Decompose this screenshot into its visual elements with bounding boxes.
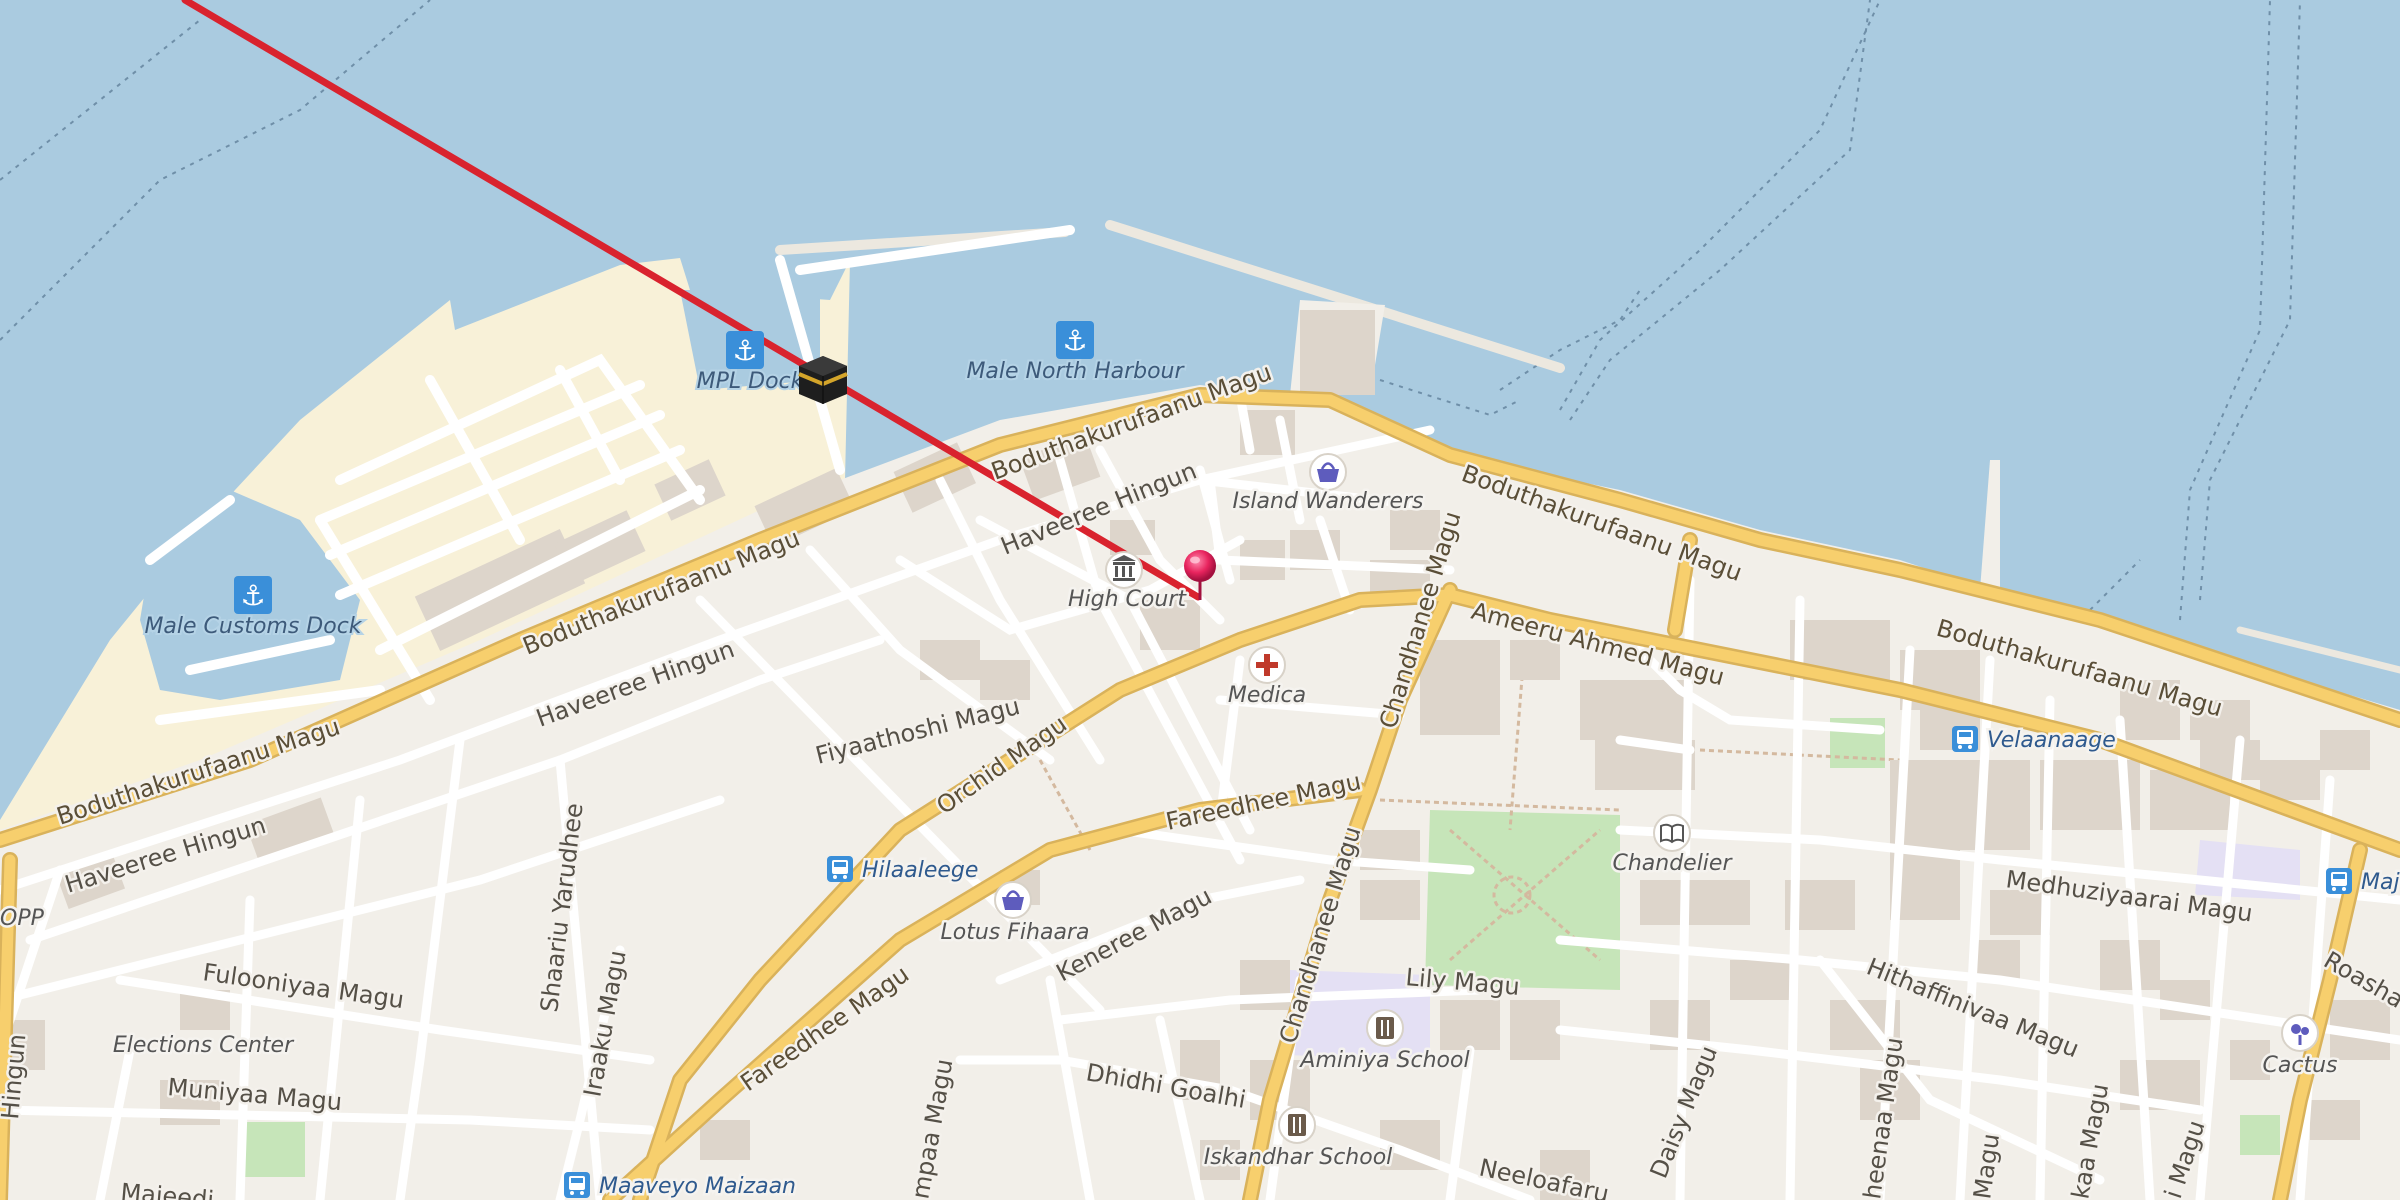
anchor-icon[interactable]: ⚓ xyxy=(234,576,272,614)
anchor-icon[interactable]: ⚓ xyxy=(726,331,764,369)
svg-text:⚓: ⚓ xyxy=(1062,324,1087,357)
anchor-icon[interactable]: ⚓ xyxy=(1056,321,1094,359)
school-icon[interactable] xyxy=(1366,1009,1404,1047)
map-canvas[interactable]: Boduthakurufaanu Magu Boduthakurufaanu M… xyxy=(0,0,2400,1200)
garden-icon[interactable] xyxy=(2281,1014,2319,1052)
poi-label-island-wanderers: Island Wanderers xyxy=(1232,489,1423,514)
poi-label-opp: OPP xyxy=(0,906,45,931)
poi-label-cactus: Cactus xyxy=(2263,1053,2338,1078)
courthouse-icon[interactable] xyxy=(1105,551,1143,589)
bus-stop-icon[interactable] xyxy=(564,1172,590,1198)
water-label-male-customs-dock: Male Customs Dock xyxy=(144,614,362,639)
svg-text:⚓: ⚓ xyxy=(732,334,757,367)
pharmacy-cross-icon[interactable] xyxy=(1248,646,1286,684)
shopping-basket-icon[interactable] xyxy=(994,881,1032,919)
book-icon[interactable] xyxy=(1653,814,1691,852)
bus-stop-label-maj: Maj xyxy=(2361,870,2400,895)
bus-stop-icon[interactable] xyxy=(827,856,853,882)
school-icon[interactable] xyxy=(1278,1106,1316,1144)
bus-stop-icon[interactable] xyxy=(1952,726,1978,752)
poi-label-elections-center: Elections Center xyxy=(113,1033,295,1058)
shopping-basket-icon[interactable] xyxy=(1309,453,1347,491)
bus-stop-label-maaveyo-maizaan: Maaveyo Maizaan xyxy=(599,1174,796,1199)
poi-label-chandelier: Chandelier xyxy=(1612,851,1733,876)
poi-label-aminiya-school: Aminiya School xyxy=(1298,1048,1469,1073)
poi-label-high-court: High Court xyxy=(1068,587,1187,612)
water-label-male-north-harbour: Male North Harbour xyxy=(966,359,1185,384)
bus-stop-label-velaanaage: Velaanaage xyxy=(1987,728,2116,753)
bus-stop-label-hilaaleege: Hilaaleege xyxy=(862,858,978,883)
poi-label-lotus-fihaara: Lotus Fihaara xyxy=(941,920,1090,945)
poi-label-iskandhar-school: Iskandhar School xyxy=(1204,1145,1393,1170)
bus-stop-icon[interactable] xyxy=(2326,868,2352,894)
kaaba-icon[interactable] xyxy=(798,356,848,404)
water-label-mpl-dock: MPL Dock xyxy=(697,369,805,394)
poi-label-medica: Medica xyxy=(1228,683,1306,708)
svg-text:⚓: ⚓ xyxy=(240,579,265,612)
